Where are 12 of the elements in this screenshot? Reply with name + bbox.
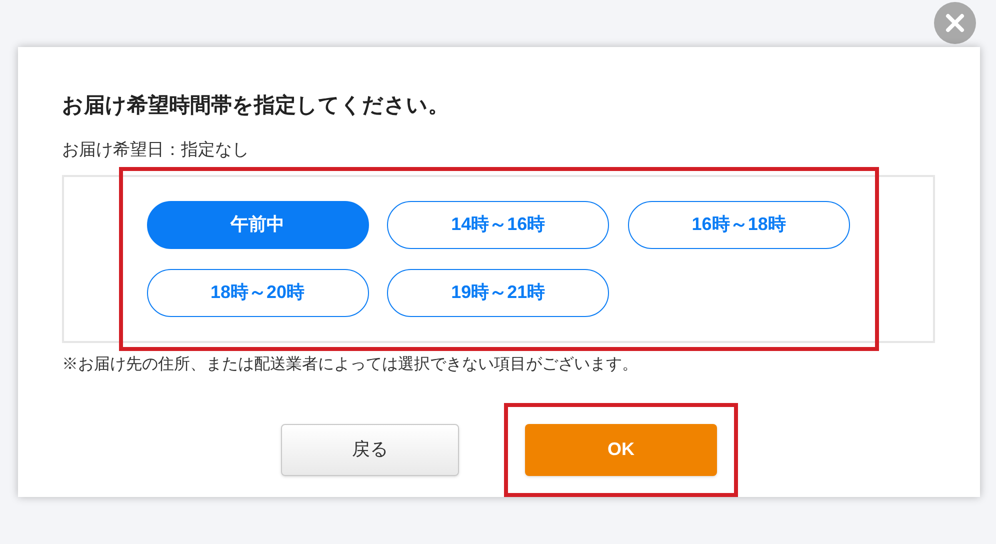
back-button[interactable]: 戻る [281,424,459,476]
ok-button[interactable]: OK [525,424,717,476]
time-slot-option[interactable]: 14時～16時 [387,200,610,248]
time-slot-option[interactable]: 午前中 [146,200,368,248]
delivery-date-text: お届け希望日：指定なし [62,139,250,161]
close-button[interactable] [934,2,976,44]
dialog-title: お届け希望時間帯を指定してください。 [62,92,450,119]
time-slot-option[interactable]: 18時～20時 [146,268,368,316]
note-text: ※お届け先の住所、または配送業者によっては選択できない項目がございます。 [62,354,639,374]
time-slot-option[interactable]: 19時～21時 [387,268,610,316]
close-icon [945,13,965,33]
time-slot-option[interactable]: 16時～18時 [628,200,850,248]
